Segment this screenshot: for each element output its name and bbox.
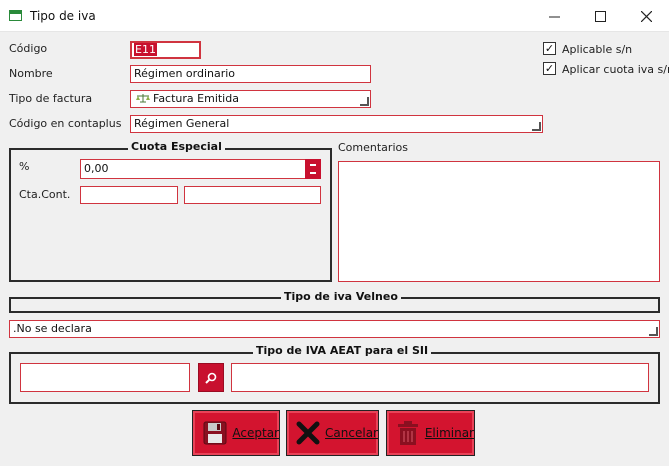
codigo-contaplus-value: Régimen General <box>134 117 230 130</box>
maximize-button[interactable] <box>577 0 623 32</box>
tipo-factura-label: Tipo de factura <box>9 92 93 105</box>
codigo-contaplus-select[interactable]: Régimen General <box>130 115 543 133</box>
eliminar-button[interactable]: Eliminar <box>386 410 475 456</box>
porcentaje-label: % <box>19 160 30 173</box>
cancel-x-icon <box>295 418 321 448</box>
aceptar-label: Aceptar <box>232 426 279 440</box>
maximize-icon <box>594 10 606 22</box>
porcentaje-spinner[interactable] <box>305 159 321 179</box>
spin-down-icon[interactable] <box>310 172 316 174</box>
codigo-contaplus-label: Código en contaplus <box>9 117 122 130</box>
cancelar-button[interactable]: Cancelar <box>286 410 379 456</box>
comentarios-label: Comentarios <box>338 141 408 154</box>
aeat-lookup-button[interactable] <box>198 363 224 392</box>
aeat-description-input[interactable] <box>231 363 649 392</box>
cta-cont-input-1[interactable] <box>80 186 178 204</box>
cancelar-label: Cancelar <box>325 426 378 440</box>
codigo-value: E11 <box>134 43 157 56</box>
close-icon <box>640 10 652 22</box>
search-icon <box>205 372 217 384</box>
tipo-iva-velneo-title: Tipo de iva Velneo <box>281 290 401 303</box>
aplicar-cuota-checkbox[interactable]: ✓ <box>543 62 556 75</box>
eliminar-label: Eliminar <box>424 426 474 440</box>
tipo-factura-value: Factura Emitida <box>153 92 239 105</box>
cta-cont-input-2[interactable] <box>184 186 321 204</box>
nombre-label: Nombre <box>9 67 53 80</box>
cuota-especial-title: Cuota Especial <box>128 140 225 153</box>
tipo-iva-velneo-select[interactable]: .No se declara <box>9 320 660 338</box>
comentarios-textarea[interactable] <box>338 161 660 282</box>
porcentaje-input[interactable]: 0,00 <box>80 159 321 179</box>
tipo-factura-select[interactable]: Factura Emitida <box>130 90 371 108</box>
aplicable-checkbox[interactable]: ✓ <box>543 42 556 55</box>
cta-cont-label: Cta.Cont. <box>19 188 71 201</box>
window-title: Tipo de iva <box>30 9 96 23</box>
nombre-input[interactable]: Régimen ordinario <box>130 65 371 83</box>
aplicar-cuota-label: Aplicar cuota iva s/n <box>562 63 669 76</box>
close-button[interactable] <box>623 0 669 32</box>
minimize-button[interactable] <box>531 0 577 32</box>
tipo-iva-aeat-title: Tipo de IVA AEAT para el SII <box>253 344 432 357</box>
codigo-label: Código <box>9 42 48 55</box>
codigo-input[interactable]: E11 <box>130 41 201 59</box>
trash-icon <box>395 418 421 448</box>
title-bar: Tipo de iva <box>0 0 669 32</box>
window-icon <box>9 10 22 21</box>
balance-scale-icon <box>136 94 150 103</box>
aeat-code-input[interactable] <box>20 363 190 392</box>
spin-up-icon[interactable] <box>310 164 316 166</box>
tipo-iva-velneo-value: .No se declara <box>13 322 92 335</box>
minimize-icon <box>548 16 560 17</box>
save-icon <box>201 418 228 448</box>
aceptar-button[interactable]: Aceptar <box>192 410 280 456</box>
aplicable-label: Aplicable s/n <box>562 43 633 56</box>
